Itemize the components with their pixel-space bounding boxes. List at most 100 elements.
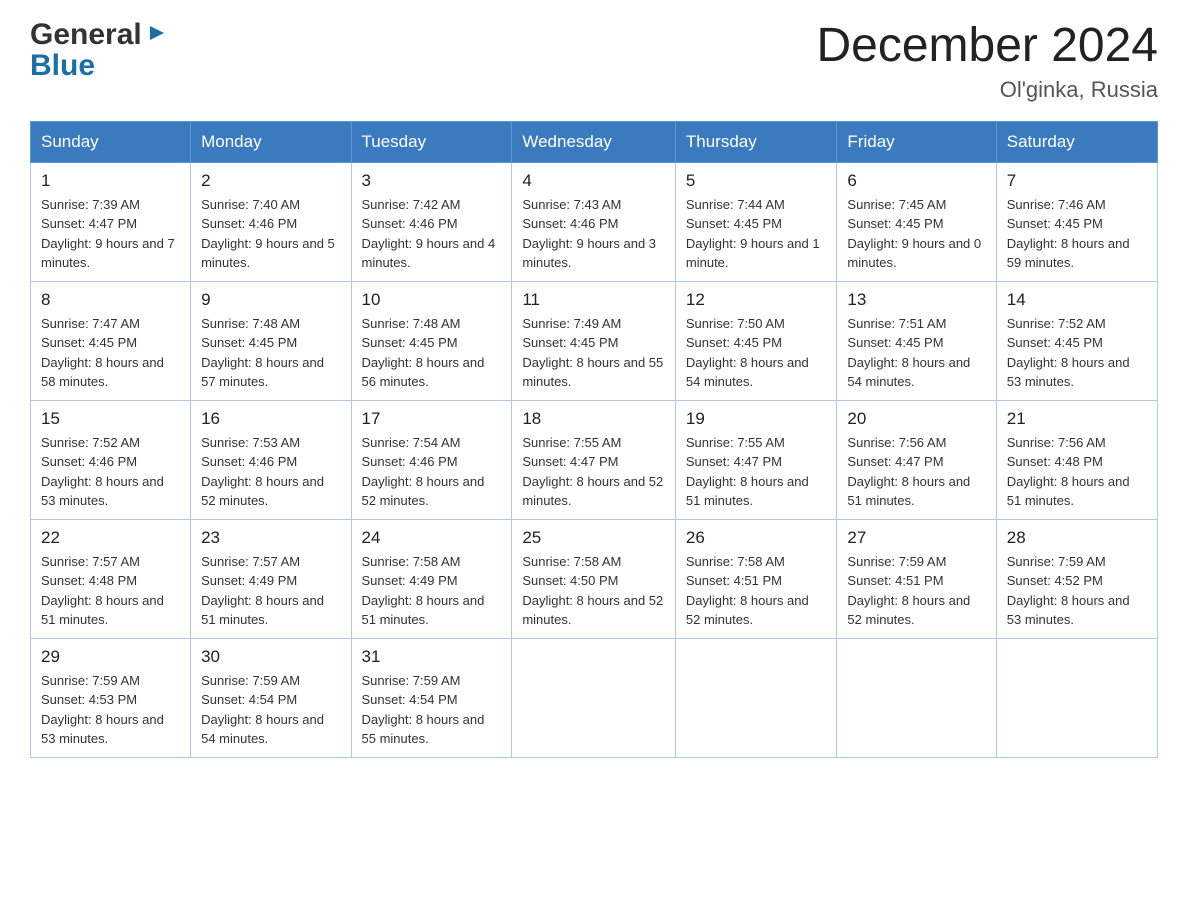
day-info: Sunrise: 7:58 AM Sunset: 4:49 PM Dayligh… <box>362 552 502 630</box>
sunset-label: Sunset: 4:45 PM <box>41 335 137 350</box>
daylight-label: Daylight: 8 hours and 51 minutes. <box>362 593 485 628</box>
sunrise-label: Sunrise: 7:48 AM <box>201 316 300 331</box>
sunset-label: Sunset: 4:45 PM <box>522 335 618 350</box>
daylight-label: Daylight: 8 hours and 53 minutes. <box>1007 355 1130 390</box>
sunset-label: Sunset: 4:46 PM <box>201 454 297 469</box>
sunrise-label: Sunrise: 7:58 AM <box>362 554 461 569</box>
logo-blue: Blue <box>30 49 95 82</box>
sunrise-label: Sunrise: 7:47 AM <box>41 316 140 331</box>
calendar-cell <box>675 638 837 757</box>
calendar-cell: 12 Sunrise: 7:50 AM Sunset: 4:45 PM Dayl… <box>675 281 837 400</box>
daylight-label: Daylight: 8 hours and 53 minutes. <box>41 712 164 747</box>
calendar-cell: 16 Sunrise: 7:53 AM Sunset: 4:46 PM Dayl… <box>191 400 351 519</box>
day-number: 3 <box>362 171 502 191</box>
sunset-label: Sunset: 4:46 PM <box>362 454 458 469</box>
title-block: December 2024 Ol'ginka, Russia <box>816 20 1158 103</box>
daylight-label: Daylight: 8 hours and 52 minutes. <box>362 474 485 509</box>
daylight-label: Daylight: 8 hours and 53 minutes. <box>1007 593 1130 628</box>
daylight-label: Daylight: 8 hours and 53 minutes. <box>41 474 164 509</box>
day-number: 6 <box>847 171 985 191</box>
sunrise-label: Sunrise: 7:59 AM <box>847 554 946 569</box>
daylight-label: Daylight: 9 hours and 1 minute. <box>686 236 820 271</box>
logo-general: General <box>30 20 142 50</box>
sunrise-label: Sunrise: 7:42 AM <box>362 197 461 212</box>
day-number: 12 <box>686 290 827 310</box>
sunrise-label: Sunrise: 7:55 AM <box>522 435 621 450</box>
day-number: 10 <box>362 290 502 310</box>
sunset-label: Sunset: 4:46 PM <box>522 216 618 231</box>
day-number: 23 <box>201 528 340 548</box>
sunrise-label: Sunrise: 7:54 AM <box>362 435 461 450</box>
calendar-cell: 23 Sunrise: 7:57 AM Sunset: 4:49 PM Dayl… <box>191 519 351 638</box>
day-number: 2 <box>201 171 340 191</box>
sunrise-label: Sunrise: 7:51 AM <box>847 316 946 331</box>
daylight-label: Daylight: 8 hours and 55 minutes. <box>522 355 663 390</box>
daylight-label: Daylight: 8 hours and 55 minutes. <box>362 712 485 747</box>
day-number: 4 <box>522 171 665 191</box>
daylight-label: Daylight: 8 hours and 52 minutes. <box>201 474 324 509</box>
calendar-cell: 28 Sunrise: 7:59 AM Sunset: 4:52 PM Dayl… <box>996 519 1157 638</box>
sunrise-label: Sunrise: 7:58 AM <box>686 554 785 569</box>
header-saturday: Saturday <box>996 121 1157 162</box>
day-info: Sunrise: 7:59 AM Sunset: 4:51 PM Dayligh… <box>847 552 985 630</box>
calendar-cell <box>996 638 1157 757</box>
sunrise-label: Sunrise: 7:56 AM <box>1007 435 1106 450</box>
page-header: General Blue December 2024 Ol'ginka, Rus… <box>30 20 1158 103</box>
sunset-label: Sunset: 4:47 PM <box>847 454 943 469</box>
calendar-cell: 19 Sunrise: 7:55 AM Sunset: 4:47 PM Dayl… <box>675 400 837 519</box>
calendar-cell: 7 Sunrise: 7:46 AM Sunset: 4:45 PM Dayli… <box>996 162 1157 281</box>
day-number: 11 <box>522 290 665 310</box>
calendar-cell: 8 Sunrise: 7:47 AM Sunset: 4:45 PM Dayli… <box>31 281 191 400</box>
day-number: 25 <box>522 528 665 548</box>
day-number: 13 <box>847 290 985 310</box>
daylight-label: Daylight: 9 hours and 0 minutes. <box>847 236 981 271</box>
header-friday: Friday <box>837 121 996 162</box>
sunrise-label: Sunrise: 7:46 AM <box>1007 197 1106 212</box>
sunrise-label: Sunrise: 7:40 AM <box>201 197 300 212</box>
daylight-label: Daylight: 8 hours and 51 minutes. <box>201 593 324 628</box>
sunrise-label: Sunrise: 7:39 AM <box>41 197 140 212</box>
daylight-label: Daylight: 9 hours and 3 minutes. <box>522 236 656 271</box>
sunrise-label: Sunrise: 7:59 AM <box>201 673 300 688</box>
day-number: 26 <box>686 528 827 548</box>
day-info: Sunrise: 7:49 AM Sunset: 4:45 PM Dayligh… <box>522 314 665 392</box>
sunrise-label: Sunrise: 7:49 AM <box>522 316 621 331</box>
day-info: Sunrise: 7:44 AM Sunset: 4:45 PM Dayligh… <box>686 195 827 273</box>
sunrise-label: Sunrise: 7:57 AM <box>201 554 300 569</box>
day-info: Sunrise: 7:59 AM Sunset: 4:54 PM Dayligh… <box>362 671 502 749</box>
sunrise-label: Sunrise: 7:45 AM <box>847 197 946 212</box>
calendar-cell: 4 Sunrise: 7:43 AM Sunset: 4:46 PM Dayli… <box>512 162 676 281</box>
calendar-cell <box>512 638 676 757</box>
day-number: 27 <box>847 528 985 548</box>
sunset-label: Sunset: 4:49 PM <box>201 573 297 588</box>
daylight-label: Daylight: 8 hours and 52 minutes. <box>522 474 663 509</box>
daylight-label: Daylight: 8 hours and 52 minutes. <box>686 593 809 628</box>
day-info: Sunrise: 7:39 AM Sunset: 4:47 PM Dayligh… <box>41 195 180 273</box>
daylight-label: Daylight: 8 hours and 54 minutes. <box>201 712 324 747</box>
daylight-label: Daylight: 8 hours and 54 minutes. <box>686 355 809 390</box>
daylight-label: Daylight: 8 hours and 54 minutes. <box>847 355 970 390</box>
day-info: Sunrise: 7:56 AM Sunset: 4:47 PM Dayligh… <box>847 433 985 511</box>
header-monday: Monday <box>191 121 351 162</box>
day-info: Sunrise: 7:55 AM Sunset: 4:47 PM Dayligh… <box>522 433 665 511</box>
day-number: 30 <box>201 647 340 667</box>
calendar-week-row: 29 Sunrise: 7:59 AM Sunset: 4:53 PM Dayl… <box>31 638 1158 757</box>
header-sunday: Sunday <box>31 121 191 162</box>
day-info: Sunrise: 7:58 AM Sunset: 4:51 PM Dayligh… <box>686 552 827 630</box>
sunset-label: Sunset: 4:45 PM <box>847 335 943 350</box>
sunset-label: Sunset: 4:45 PM <box>1007 216 1103 231</box>
calendar-cell: 18 Sunrise: 7:55 AM Sunset: 4:47 PM Dayl… <box>512 400 676 519</box>
sunset-label: Sunset: 4:51 PM <box>686 573 782 588</box>
sunset-label: Sunset: 4:53 PM <box>41 692 137 707</box>
sunrise-label: Sunrise: 7:56 AM <box>847 435 946 450</box>
sunrise-label: Sunrise: 7:50 AM <box>686 316 785 331</box>
day-info: Sunrise: 7:58 AM Sunset: 4:50 PM Dayligh… <box>522 552 665 630</box>
day-info: Sunrise: 7:48 AM Sunset: 4:45 PM Dayligh… <box>362 314 502 392</box>
sunrise-label: Sunrise: 7:44 AM <box>686 197 785 212</box>
calendar-cell: 21 Sunrise: 7:56 AM Sunset: 4:48 PM Dayl… <box>996 400 1157 519</box>
day-info: Sunrise: 7:50 AM Sunset: 4:45 PM Dayligh… <box>686 314 827 392</box>
calendar-cell: 17 Sunrise: 7:54 AM Sunset: 4:46 PM Dayl… <box>351 400 512 519</box>
sunset-label: Sunset: 4:48 PM <box>41 573 137 588</box>
sunset-label: Sunset: 4:46 PM <box>41 454 137 469</box>
sunset-label: Sunset: 4:47 PM <box>522 454 618 469</box>
